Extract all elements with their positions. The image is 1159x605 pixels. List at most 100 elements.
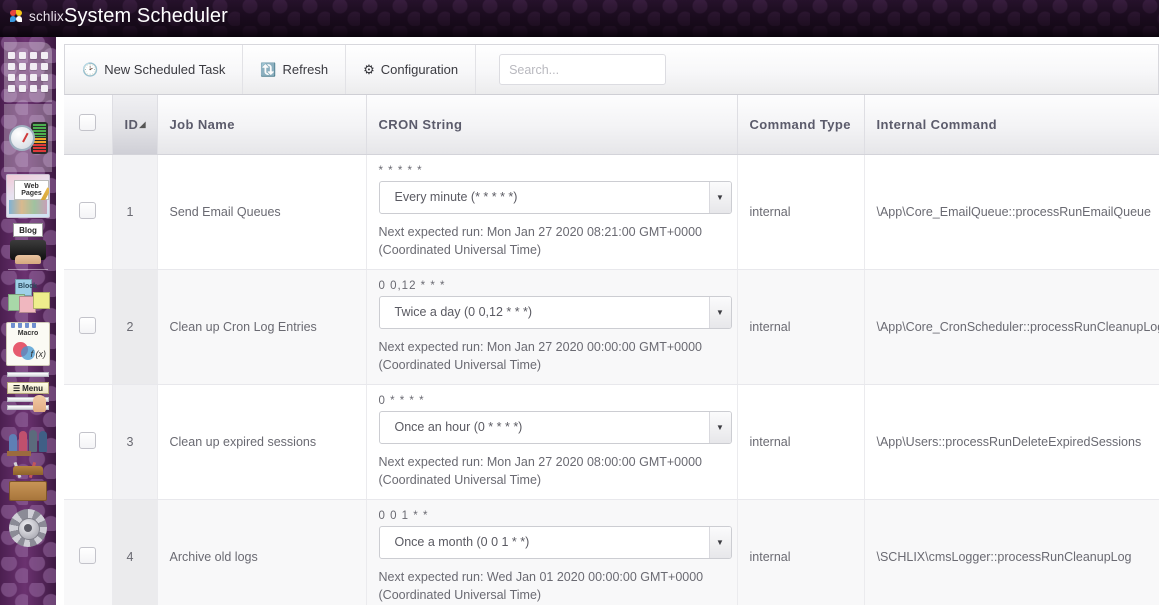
macro-tile-label: Macro <box>17 330 39 337</box>
apps-grid-icon <box>8 52 48 92</box>
row-select-cell <box>64 269 113 385</box>
cell-command-type: internal <box>737 499 865 605</box>
main-content: 🕑 New Scheduled Task 🔃 Refresh ⚙ Configu… <box>56 37 1159 605</box>
page-title: System Scheduler <box>64 5 228 27</box>
action-toolbar: 🕑 New Scheduled Task 🔃 Refresh ⚙ Configu… <box>64 44 1159 95</box>
sidebar-item-statistics[interactable] <box>4 104 52 172</box>
sidebar-item-macro[interactable]: Macro f (x) <box>4 322 52 366</box>
users-icon <box>6 414 50 458</box>
row-checkbox[interactable] <box>79 546 97 564</box>
column-header-id[interactable]: ID◢ <box>112 95 158 155</box>
cron-preset-selected-value[interactable]: Once a month (0 0 1 * *) <box>378 525 732 559</box>
statistics-icon <box>6 116 50 160</box>
macro-fx-label: f (x) <box>30 349 47 359</box>
cron-preset-select[interactable]: Twice a day (0 0,12 * * *) ▼ <box>378 295 732 329</box>
cron-preset-selected-value[interactable]: Once an hour (0 * * * *) <box>378 410 732 444</box>
left-sidebar: Web Pages Blog Block Macro f (x) ☰ Menu <box>0 37 56 605</box>
column-header-job-name[interactable]: Job Name <box>157 95 367 155</box>
menu-tile-label: Menu <box>22 383 44 393</box>
clock-icon: 🕑 <box>82 62 99 77</box>
cell-internal-command: \SCHLIX\cmsLogger::processRunCleanupLog <box>864 499 1159 605</box>
sidebar-item-web-pages[interactable]: Web Pages <box>4 174 52 218</box>
cron-preset-select[interactable]: Once a month (0 0 1 * *) ▼ <box>378 525 732 559</box>
chevron-down-icon[interactable]: ▼ <box>708 526 731 558</box>
sidebar-divider <box>8 269 48 270</box>
cell-cron-string: 0 0,12 * * * Twice a day (0 0,12 * * *) … <box>366 269 738 385</box>
cell-job-name: Clean up Cron Log Entries <box>157 269 367 385</box>
cell-id: 2 <box>112 269 158 385</box>
column-header-id-label: ID <box>124 116 139 132</box>
cell-internal-command: \App\Users::processRunDeleteExpiredSessi… <box>864 384 1159 500</box>
cell-cron-string: 0 * * * * Once an hour (0 * * * *) ▼ Nex… <box>366 384 738 500</box>
settings-gear-icon <box>6 506 50 550</box>
row-checkbox[interactable] <box>79 431 97 449</box>
next-expected-run: Next expected run: Mon Jan 27 2020 08:00… <box>378 454 702 487</box>
row-checkbox[interactable] <box>79 201 97 219</box>
refresh-icon: 🔃 <box>260 62 277 77</box>
cell-internal-command: \App\Core_EmailQueue::processRunEmailQue… <box>864 154 1159 270</box>
cell-cron-string: 0 0 1 * * Once a month (0 0 1 * *) ▼ Nex… <box>366 499 738 605</box>
table-header-row: ID◢ Job Name CRON String Command Type In… <box>64 95 1159 155</box>
toolbox-icon <box>6 460 50 504</box>
cell-cron-string: * * * * * Every minute (* * * * *) ▼ Nex… <box>366 154 738 270</box>
gear-icon: ⚙ <box>363 62 375 77</box>
column-header-cron-string[interactable]: CRON String <box>366 95 738 155</box>
brand-logo[interactable]: schlix <box>10 9 64 24</box>
chevron-down-icon[interactable]: ▼ <box>708 296 731 328</box>
cron-raw-value: 0 0,12 * * * <box>378 279 446 292</box>
chevron-down-icon[interactable]: ▼ <box>708 411 731 443</box>
sort-caret-icon: ◢ <box>139 119 146 129</box>
brand-name: schlix <box>29 9 64 24</box>
schlix-logo-icon <box>10 9 24 24</box>
row-select-cell <box>64 154 113 270</box>
cell-job-name: Send Email Queues <box>157 154 367 270</box>
refresh-label: Refresh <box>282 62 329 77</box>
sidebar-item-tools[interactable] <box>4 460 52 504</box>
table-header: ID◢ Job Name CRON String Command Type In… <box>64 95 1159 155</box>
cron-preset-select[interactable]: Once an hour (0 * * * *) ▼ <box>378 410 732 444</box>
cron-raw-value: 0 * * * * <box>378 394 425 407</box>
search-container <box>476 45 667 94</box>
menu-icon: ☰ Menu <box>6 368 50 412</box>
sidebar-item-blog[interactable]: Blog <box>4 220 52 264</box>
scheduled-tasks-grid-container: ID◢ Job Name CRON String Command Type In… <box>64 95 1159 605</box>
select-all-header <box>64 95 113 155</box>
blog-icon: Blog <box>6 220 50 264</box>
row-select-cell <box>64 499 113 605</box>
configuration-label: Configuration <box>380 62 459 77</box>
cell-job-name: Clean up expired sessions <box>157 384 367 500</box>
table-row[interactable]: 3 Clean up expired sessions 0 * * * * On… <box>64 384 1159 500</box>
row-checkbox[interactable] <box>79 316 97 334</box>
search-input[interactable] <box>499 54 667 85</box>
blocks-icon: Block <box>6 276 50 320</box>
cell-internal-command: \App\Core_CronScheduler::processRunClean… <box>864 269 1159 385</box>
web-pages-icon: Web Pages <box>6 174 50 218</box>
app-header: schlix System Scheduler <box>0 0 1159 37</box>
sidebar-item-blocks[interactable]: Block <box>4 276 52 320</box>
cron-raw-value: 0 0 1 * * <box>378 509 429 522</box>
chevron-down-icon[interactable]: ▼ <box>708 181 731 213</box>
sidebar-item-settings[interactable] <box>4 506 52 550</box>
configuration-button[interactable]: ⚙ Configuration <box>346 45 477 94</box>
blog-tile-label: Blog <box>13 223 43 237</box>
scheduled-tasks-table: ID◢ Job Name CRON String Command Type In… <box>64 95 1159 605</box>
cron-preset-selected-value[interactable]: Twice a day (0 0,12 * * *) <box>378 295 732 329</box>
select-all-checkbox[interactable] <box>79 114 97 132</box>
table-row[interactable]: 4 Archive old logs 0 0 1 * * Once a mont… <box>64 499 1159 605</box>
next-expected-run: Next expected run: Mon Jan 27 2020 08:21… <box>378 224 702 257</box>
table-row[interactable]: 2 Clean up Cron Log Entries 0 0,12 * * *… <box>64 269 1159 385</box>
cron-preset-select[interactable]: Every minute (* * * * *) ▼ <box>378 180 732 214</box>
cron-preset-selected-value[interactable]: Every minute (* * * * *) <box>378 180 732 214</box>
block-tile-label: Block <box>18 283 38 290</box>
column-header-internal-command[interactable]: Internal Command <box>864 95 1159 155</box>
table-row[interactable]: 1 Send Email Queues * * * * * Every minu… <box>64 154 1159 270</box>
row-select-cell <box>64 384 113 500</box>
sidebar-item-users[interactable] <box>4 414 52 458</box>
new-scheduled-task-button[interactable]: 🕑 New Scheduled Task <box>65 45 244 94</box>
macro-icon: Macro f (x) <box>6 322 50 366</box>
cell-command-type: internal <box>737 154 865 270</box>
sidebar-item-menu[interactable]: ☰ Menu <box>4 368 52 412</box>
sidebar-item-apps-grid[interactable] <box>4 42 52 102</box>
refresh-button[interactable]: 🔃 Refresh <box>243 45 347 94</box>
column-header-command-type[interactable]: Command Type <box>737 95 865 155</box>
